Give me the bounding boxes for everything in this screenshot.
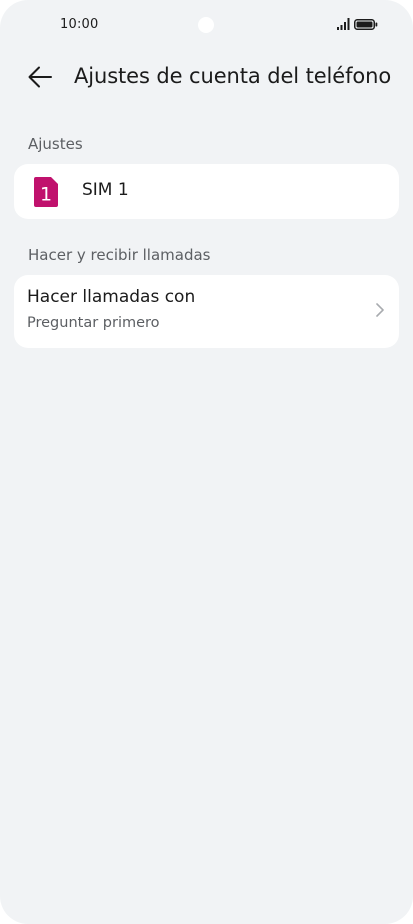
app-header: Ajustes de cuenta del teléfono [0,52,413,104]
status-bar: 10:00 [0,0,413,52]
back-button[interactable] [22,62,62,92]
hacer-llamadas-con-value: Preguntar primero [27,315,160,331]
page-title: Ajustes de cuenta del teléfono [74,64,392,88]
sim-card-icon: 1 [34,177,58,207]
chevron-right-icon [376,303,384,317]
status-time: 10:00 [60,17,99,32]
section-label-ajustes: Ajustes [28,135,83,153]
front-camera-cutout [198,17,214,33]
sim-1-label: SIM 1 [82,180,129,200]
battery-icon [354,19,378,30]
signal-strength-icon [337,18,350,30]
arrow-left-icon [28,66,52,88]
sim-card-number: 1 [40,184,52,206]
section-label-llamadas: Hacer y recibir llamadas [28,246,211,264]
hacer-llamadas-con-title: Hacer llamadas con [27,287,196,307]
sim-1-item[interactable]: 1 SIM 1 [14,164,399,219]
phone-screen: 10:00 Ajustes de cuenta del teléfono Aju… [0,0,413,924]
hacer-llamadas-con-item[interactable]: Hacer llamadas con Preguntar primero [14,275,399,348]
